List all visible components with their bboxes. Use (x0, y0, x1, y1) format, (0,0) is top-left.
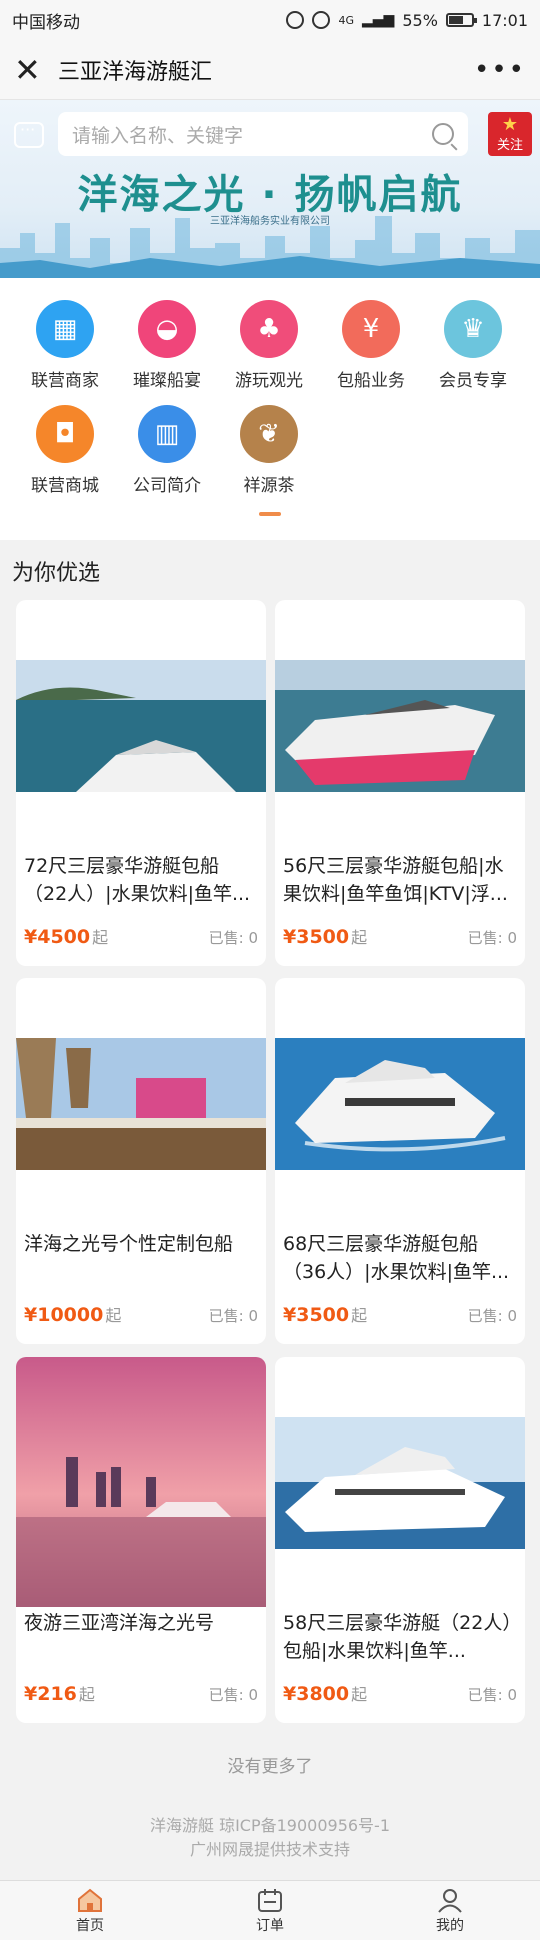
category-item[interactable]: ▥ 公司简介 (116, 405, 218, 496)
section-title: 为你优选 (12, 561, 101, 586)
alarm-icon (286, 11, 305, 29)
yen-icon: ¥ (342, 300, 400, 358)
product-image (275, 660, 525, 792)
close-icon[interactable]: ✕ (14, 54, 44, 86)
category-item[interactable]: ♣ 游玩观光 (218, 300, 320, 391)
banner-subtitle: 三亚洋海船务实业有限公司 (210, 216, 330, 227)
product-card[interactable]: 72尺三层豪华游艇包船（22人）|水果饮料|鱼竿... ¥4500 起 已售: 0 (16, 600, 266, 966)
product-card[interactable]: 洋海之光号个性定制包船 ¥10000 起 已售: 0 (16, 978, 266, 1344)
product-price: ¥3500 起 (283, 926, 368, 948)
search-icon[interactable] (432, 123, 454, 145)
sold-count: 已售: 0 (467, 1307, 517, 1325)
category-item[interactable]: ¥ 包船业务 (320, 300, 422, 391)
clock: 17:01 (481, 10, 528, 30)
search-bar[interactable]: 请输入名称、关键字 (58, 112, 468, 156)
crown-icon: ♛ (444, 300, 502, 358)
product-title: 56尺三层豪华游艇包船|水果饮料|鱼竿鱼饵|KTV|浮... (283, 855, 508, 905)
product-card[interactable]: 58尺三层豪华游艇（22人）包船|水果饮料|鱼竿... ¥3800 起 已售: 0 (275, 1357, 525, 1723)
product-price: ¥216 起 (24, 1683, 95, 1705)
product-price: ¥4500 起 (24, 926, 109, 948)
tea-leaf-icon: ❦ (240, 405, 298, 463)
follow-label: 关注 (496, 138, 523, 153)
tab-bar: 首页 订单 我的 (0, 1880, 540, 1940)
product-card[interactable]: 68尺三层豪华游艇包船（36人）|水果饮料|鱼竿... ¥3500 起 已售: 0 (275, 978, 525, 1344)
category-item[interactable]: ❦ 祥源茶 (218, 405, 320, 496)
nav-bar: ✕ 三亚洋海游艇汇 ••• (0, 40, 540, 100)
category-item[interactable]: ▦ 联营商家 (14, 300, 116, 391)
product-title: 72尺三层豪华游艇包船（22人）|水果饮料|鱼竿... (24, 855, 251, 905)
search-input[interactable]: 请输入名称、关键字 (72, 121, 432, 148)
product-price: ¥10000 起 (24, 1304, 122, 1326)
product-image (16, 660, 266, 792)
shopping-bag-icon: ◘ (36, 405, 94, 463)
tab-orders[interactable]: 订单 (180, 1881, 360, 1940)
building-icon: ▥ (138, 405, 196, 463)
status-icons: 4G ▂▄▆ 55% 17:01 (286, 11, 528, 30)
chat-icon[interactable] (14, 120, 44, 148)
page-title: 三亚洋海游艇汇 (58, 59, 213, 85)
network-label: 4G (338, 13, 355, 27)
home-icon (78, 1888, 102, 1912)
product-image (275, 1038, 525, 1170)
product-title: 夜游三亚湾洋海之光号 (24, 1612, 215, 1634)
no-more-label: 没有更多了 (227, 1757, 313, 1777)
product-title: 58尺三层豪华游艇（22人）包船|水果饮料|鱼竿... (283, 1612, 512, 1662)
category-item[interactable]: ◘ 联营商城 (14, 405, 116, 496)
product-price: ¥3800 起 (283, 1683, 368, 1705)
signal-icon: ▂▄▆ (362, 12, 395, 28)
product-image (16, 1357, 266, 1607)
tab-profile[interactable]: 我的 (360, 1881, 540, 1940)
more-icon[interactable]: ••• (474, 55, 526, 85)
category-item[interactable]: ◒ 璀璨船宴 (116, 300, 218, 391)
dining-icon: ◒ (138, 300, 196, 358)
tech-support-label: 广州网晟提供技术支持 (189, 1840, 350, 1859)
product-title: 68尺三层豪华游艇包船（36人）|水果饮料|鱼竿... (283, 1233, 510, 1283)
palm-tree-icon: ♣ (240, 300, 298, 358)
store-icon: ▦ (36, 300, 94, 358)
sold-count: 已售: 0 (208, 1686, 258, 1704)
product-title: 洋海之光号个性定制包船 (24, 1233, 234, 1255)
carrier-label: 中国移动 (12, 12, 80, 33)
tab-home[interactable]: 首页 (0, 1881, 180, 1940)
product-card[interactable]: 56尺三层豪华游艇包船|水果饮料|鱼竿鱼饵|KTV|浮... ¥3500 起 已售… (275, 600, 525, 966)
battery-percent: 55% (402, 10, 438, 30)
star-icon: ★ (501, 114, 519, 135)
sold-count: 已售: 0 (467, 1686, 517, 1704)
icp-label: 洋海游艇 琼ICP备19000956号-1 (149, 1816, 391, 1835)
product-image (16, 1038, 266, 1170)
sold-count: 已售: 0 (467, 929, 517, 947)
user-icon (438, 1888, 462, 1913)
category-grid: ▦ 联营商家 ◒ 璀璨船宴 ♣ 游玩观光 ¥ 包船业务 ♛ 会员专享 ◘ 联营商… (0, 278, 540, 540)
battery-icon (445, 13, 477, 27)
status-bar: 中国移动 4G ▂▄▆ 55% 17:01 (0, 0, 540, 40)
eye-icon (312, 11, 331, 29)
sold-count: 已售: 0 (208, 929, 258, 947)
banner[interactable]: 请输入名称、关键字 ★ 关注 洋海之光 · 扬帆启航 三亚洋海船务实业有限公司 (0, 100, 540, 278)
product-price: ¥3500 起 (283, 1304, 368, 1326)
page-indicator (259, 512, 281, 516)
category-item[interactable]: ♛ 会员专享 (422, 300, 524, 391)
follow-button[interactable]: ★ 关注 (488, 112, 532, 156)
order-icon (258, 1888, 282, 1912)
product-image (275, 1417, 525, 1549)
sold-count: 已售: 0 (208, 1307, 258, 1325)
product-card[interactable]: 夜游三亚湾洋海之光号 ¥216 起 已售: 0 (16, 1357, 266, 1723)
